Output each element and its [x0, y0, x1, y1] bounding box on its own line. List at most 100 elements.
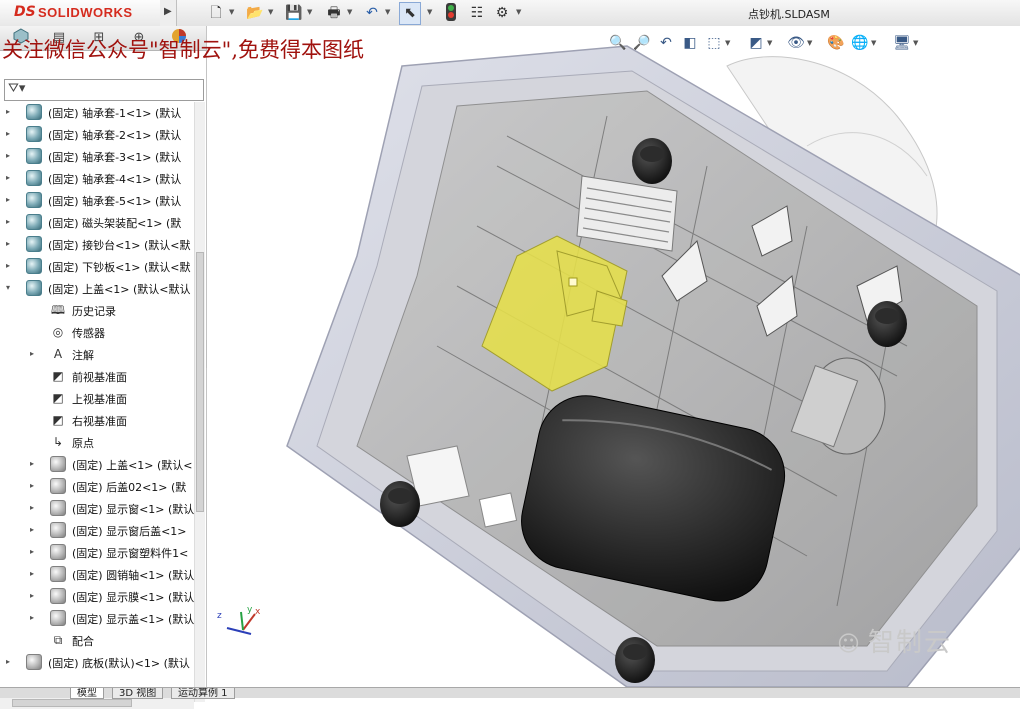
corner-watermark: ☺ 智制云 — [837, 622, 952, 659]
collapsed-arrow-icon[interactable]: ▸ — [6, 261, 10, 270]
collapsed-arrow-icon[interactable]: ▸ — [6, 239, 10, 248]
tree-item[interactable]: ▸ (固定) 圆销轴<1> (默认 — [0, 564, 194, 586]
tree-item[interactable]: ▸ (固定) 轴承套-2<1> (默认 — [0, 124, 194, 146]
filter-icon[interactable]: ⛛▾ — [8, 81, 25, 96]
tree-item[interactable]: ▸ (固定) 轴承套-1<1> (默认 — [0, 102, 194, 124]
chevron-down-icon[interactable]: ▼ — [871, 39, 876, 47]
scrollbar-thumb[interactable] — [196, 252, 204, 512]
menu-expand-button[interactable]: ▶ — [160, 0, 177, 26]
tree-item[interactable]: ▸ (固定) 后盖02<1> (默 — [0, 476, 194, 498]
part-icon — [50, 500, 66, 516]
tree-item[interactable]: ◎ 传感器 — [0, 322, 194, 344]
graphics-viewport[interactable]: 🔍 🔎 ↶ ◧ ⬚ ▼ ◩ ▼ 👁 ▼ 🎨 🌐 ▼ 🖥 ▼ z x y ☺ 智制云 — [207, 26, 1020, 687]
zoom-to-fit-icon[interactable]: 🔍 — [607, 32, 629, 54]
part-icon — [26, 170, 42, 186]
expanded-arrow-icon[interactable]: ▾ — [6, 283, 10, 292]
collapsed-arrow-icon[interactable]: ▸ — [6, 195, 10, 204]
options-icon[interactable]: ⚙ — [492, 3, 512, 23]
chevron-down-icon[interactable]: ▼ — [427, 8, 432, 16]
chevron-down-icon[interactable]: ▼ — [516, 8, 521, 16]
tree-item[interactable]: ◩ 前视基准面 — [0, 366, 194, 388]
chevron-down-icon[interactable]: ▼ — [725, 39, 730, 47]
save-icon[interactable]: 💾 — [284, 3, 304, 23]
tree-item[interactable]: ▸ (固定) 接钞台<1> (默认<默 — [0, 234, 194, 256]
apply-scene-icon[interactable]: 🌐 — [849, 32, 871, 54]
collapsed-arrow-icon[interactable]: ▸ — [30, 569, 34, 578]
tree-filter[interactable]: ⛛▾ — [4, 79, 204, 101]
tree-item-label: 前视基准面 — [72, 371, 127, 384]
zoom-area-icon[interactable]: 🔎 — [631, 32, 653, 54]
tree-item[interactable]: ▸ (固定) 上盖<1> (默认< — [0, 454, 194, 476]
tree-vertical-scrollbar[interactable] — [194, 102, 205, 702]
scrollbar-thumb[interactable] — [12, 699, 132, 707]
collapsed-arrow-icon[interactable]: ▸ — [30, 613, 34, 622]
tree-item[interactable]: ▸ (固定) 显示膜<1> (默认 — [0, 586, 194, 608]
sensor-icon: ◎ — [52, 325, 64, 339]
view-settings-icon[interactable]: 🖥 — [891, 32, 913, 54]
tab-3d-view[interactable]: 3D 视图 — [112, 688, 164, 699]
chevron-down-icon[interactable]: ▼ — [229, 8, 234, 16]
tree-item[interactable]: ▾ (固定) 上盖<1> (默认<默认 — [0, 278, 194, 300]
tree-item[interactable]: ▸ (固定) 轴承套-5<1> (默认 — [0, 190, 194, 212]
collapsed-arrow-icon[interactable]: ▸ — [30, 591, 34, 600]
previous-view-icon[interactable]: ↶ — [655, 32, 677, 54]
view-orientation-icon[interactable]: ⬚ — [703, 32, 725, 54]
tree-item[interactable]: ⧉ 配合 — [0, 630, 194, 652]
tree-item[interactable]: ▸ (固定) 底板(默认)<1> (默认 — [0, 652, 194, 674]
undo-icon[interactable]: ↶ — [362, 3, 382, 23]
hide-show-icon[interactable]: 👁 — [785, 32, 807, 54]
collapsed-arrow-icon[interactable]: ▸ — [30, 459, 34, 468]
chevron-down-icon[interactable]: ▼ — [385, 8, 390, 16]
solidworks-logo[interactable]: DS SOLIDWORKS — [0, 0, 161, 26]
new-document-icon[interactable]: 🗋 — [206, 3, 226, 23]
tree-item[interactable]: ▸ A 注解 — [0, 344, 194, 366]
display-style-icon[interactable]: ◩ — [745, 32, 767, 54]
rebuild-icon[interactable] — [441, 3, 461, 23]
chevron-down-icon[interactable]: ▼ — [913, 39, 918, 47]
tree-item-label: (固定) 轴承套-1<1> (默认 — [48, 107, 182, 120]
tree-item[interactable]: ▸ (固定) 轴承套-4<1> (默认 — [0, 168, 194, 190]
tree-item[interactable]: ▸ (固定) 磁头架装配<1> (默 — [0, 212, 194, 234]
tree-item[interactable]: ▸ (固定) 显示窗<1> (默认 — [0, 498, 194, 520]
collapsed-arrow-icon[interactable]: ▸ — [30, 481, 34, 490]
tree-item[interactable]: ▸ (固定) 显示盖<1> (默认 — [0, 608, 194, 630]
collapsed-arrow-icon[interactable]: ▸ — [30, 525, 34, 534]
file-properties-icon[interactable]: ☷ — [467, 3, 487, 23]
part-icon — [26, 654, 42, 670]
tree-item-label: 注解 — [72, 349, 94, 362]
chevron-down-icon[interactable]: ▼ — [807, 39, 812, 47]
tab-motion-study[interactable]: 运动算例 1 — [171, 688, 235, 699]
collapsed-arrow-icon[interactable]: ▸ — [30, 547, 34, 556]
tree-item[interactable]: ▸ (固定) 显示窗后盖<1> — [0, 520, 194, 542]
collapsed-arrow-icon[interactable]: ▸ — [6, 173, 10, 182]
chevron-down-icon[interactable]: ▼ — [347, 8, 352, 16]
collapsed-arrow-icon[interactable]: ▸ — [30, 503, 34, 512]
open-icon[interactable]: 📂 — [245, 3, 265, 23]
collapsed-arrow-icon[interactable]: ▸ — [6, 657, 10, 666]
assembly-model[interactable] — [207, 26, 1020, 687]
collapsed-arrow-icon[interactable]: ▸ — [6, 129, 10, 138]
edit-appearance-icon[interactable]: 🎨 — [825, 32, 847, 54]
tree-item[interactable]: ↳ 原点 — [0, 432, 194, 454]
collapsed-arrow-icon[interactable]: ▸ — [30, 349, 34, 358]
tree-item[interactable]: 🕮 历史记录 — [0, 300, 194, 322]
collapsed-arrow-icon[interactable]: ▸ — [6, 107, 10, 116]
feature-manager-panel: ▤ ⊞ ⊕ ⛛▾ ▸ (固定) 轴承套-1<1> (默认 ▸ (固定) 轴承套-2<1… — [0, 26, 207, 709]
tree-item[interactable]: ▸ (固定) 显示窗塑料件1< — [0, 542, 194, 564]
tree-item[interactable]: ▸ (固定) 轴承套-3<1> (默认 — [0, 146, 194, 168]
tree-item[interactable]: ▸ (固定) 下钞板<1> (默认<默 — [0, 256, 194, 278]
tree-item-label: 右视基准面 — [72, 415, 127, 428]
tree-item[interactable]: ◩ 上视基准面 — [0, 388, 194, 410]
print-icon[interactable]: 🖶 — [324, 3, 344, 23]
chevron-down-icon[interactable]: ▼ — [767, 39, 772, 47]
select-button[interactable]: ⬉ — [399, 2, 421, 25]
chevron-down-icon[interactable]: ▼ — [268, 8, 273, 16]
part-icon — [50, 522, 66, 538]
section-view-icon[interactable]: ◧ — [679, 32, 701, 54]
tab-model[interactable]: 模型 — [70, 688, 104, 699]
chevron-down-icon[interactable]: ▼ — [307, 8, 312, 16]
collapsed-arrow-icon[interactable]: ▸ — [6, 217, 10, 226]
tree-item[interactable]: ◩ 右视基准面 — [0, 410, 194, 432]
part-icon — [50, 478, 66, 494]
collapsed-arrow-icon[interactable]: ▸ — [6, 151, 10, 160]
